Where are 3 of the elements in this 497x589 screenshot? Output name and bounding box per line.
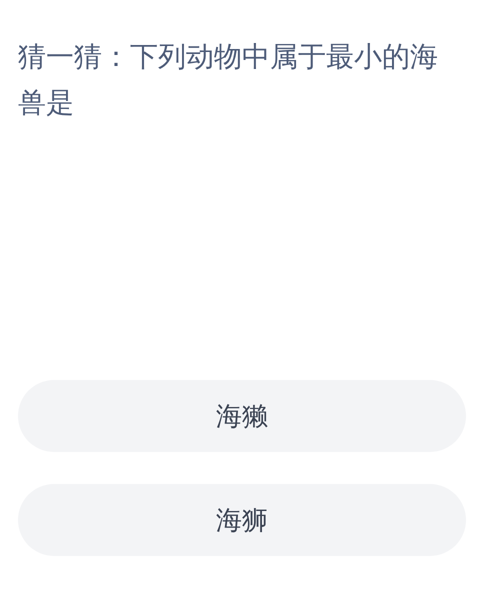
- answer-option[interactable]: 海狮: [18, 484, 466, 556]
- answer-option[interactable]: 海獭: [18, 380, 466, 452]
- question-text: 猜一猜：下列动物中属于最小的海兽是: [18, 39, 439, 121]
